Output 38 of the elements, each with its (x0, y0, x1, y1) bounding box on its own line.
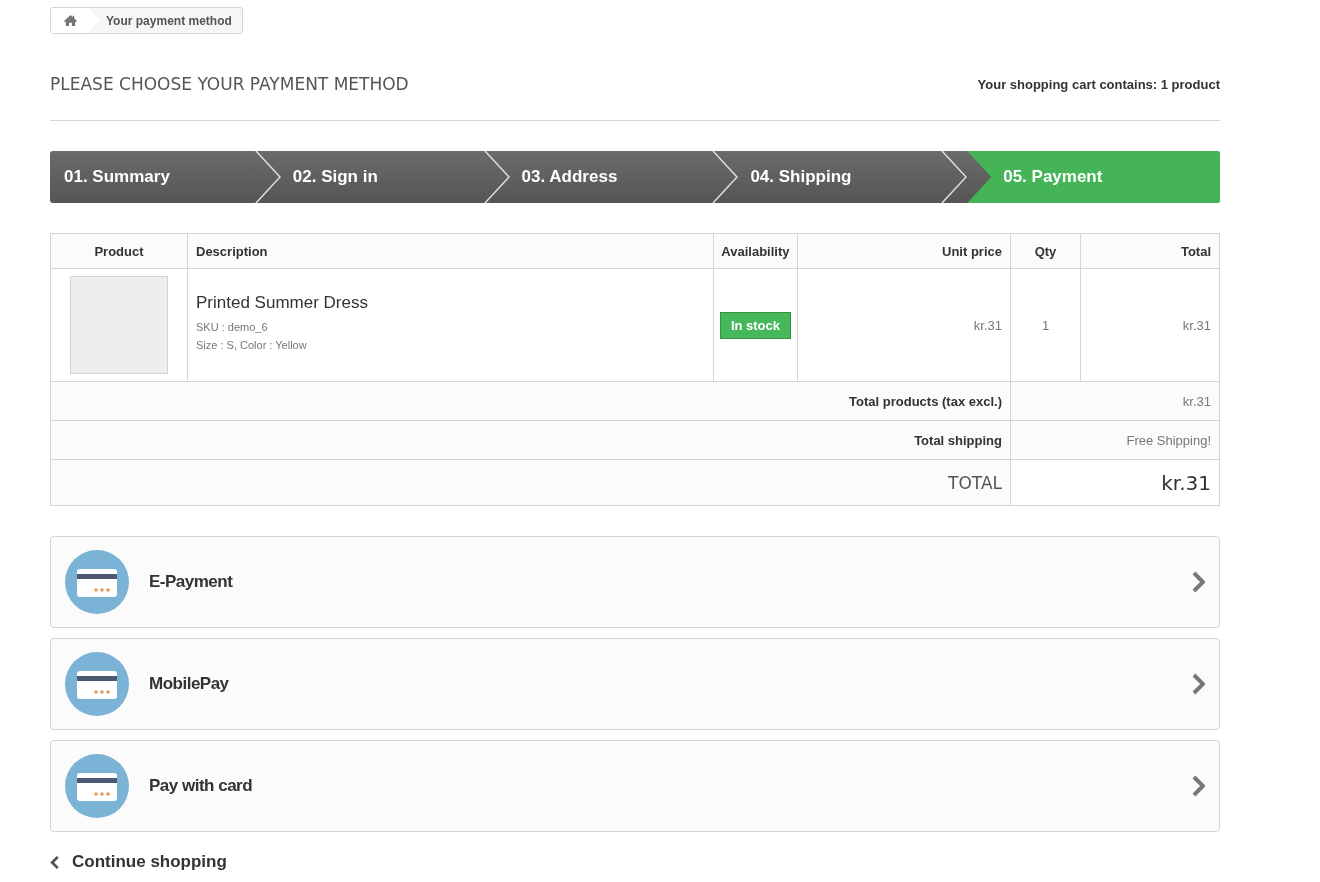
payment-label: Pay with card (149, 776, 254, 796)
continue-shopping-link[interactable]: Continue shopping (50, 852, 227, 872)
summary-label: TOTAL (50, 459, 1011, 506)
column-header: Description (187, 233, 714, 269)
chevron-right-icon (1191, 673, 1205, 695)
table-cell: kr.31 (1080, 268, 1220, 382)
breadcrumb-current: Your payment method (105, 13, 233, 28)
summary-value: Free Shipping! (1010, 420, 1220, 460)
payment-option[interactable]: MobilePay (50, 638, 1220, 730)
summary-value: kr.31 (1010, 459, 1220, 506)
cart-summary: Your shopping cart contains: 1 product (977, 76, 1220, 92)
payment-option[interactable]: E-Payment (50, 536, 1220, 628)
product-name-link[interactable]: Printed Summer Dress (196, 293, 705, 313)
product-attributes: Size : S, Color : Yellow (196, 339, 308, 351)
page-title: PLEASE CHOOSE YOUR PAYMENT METHOD (50, 74, 409, 94)
table-cell: kr.31 (797, 268, 1011, 382)
home-icon (63, 14, 78, 27)
chevron-right-icon (1191, 571, 1205, 593)
chevron-right-icon (1191, 775, 1205, 797)
credit-card-icon (65, 550, 129, 614)
credit-card-icon (65, 754, 129, 818)
home-link[interactable] (51, 8, 100, 33)
column-header: Qty (1010, 233, 1081, 269)
payment-label: MobilePay (149, 674, 230, 694)
column-header: Availability (713, 233, 798, 269)
product-sku: SKU : demo_6 (196, 321, 269, 333)
column-header: Total (1080, 233, 1220, 269)
payment-option[interactable]: Pay with card (50, 740, 1220, 832)
payment-label: E-Payment (149, 572, 234, 592)
stock-badge: In stock (719, 311, 791, 339)
summary-value: kr.31 (1010, 381, 1220, 421)
table-cell: 1 (1010, 268, 1081, 382)
summary-label: Total products (tax excl.) (50, 381, 1011, 421)
column-header: Unit price (797, 233, 1011, 269)
summary-label: Total shipping (50, 420, 1011, 460)
column-header: Product (50, 233, 188, 269)
chevron-left-icon (50, 854, 60, 870)
credit-card-icon (65, 652, 129, 716)
